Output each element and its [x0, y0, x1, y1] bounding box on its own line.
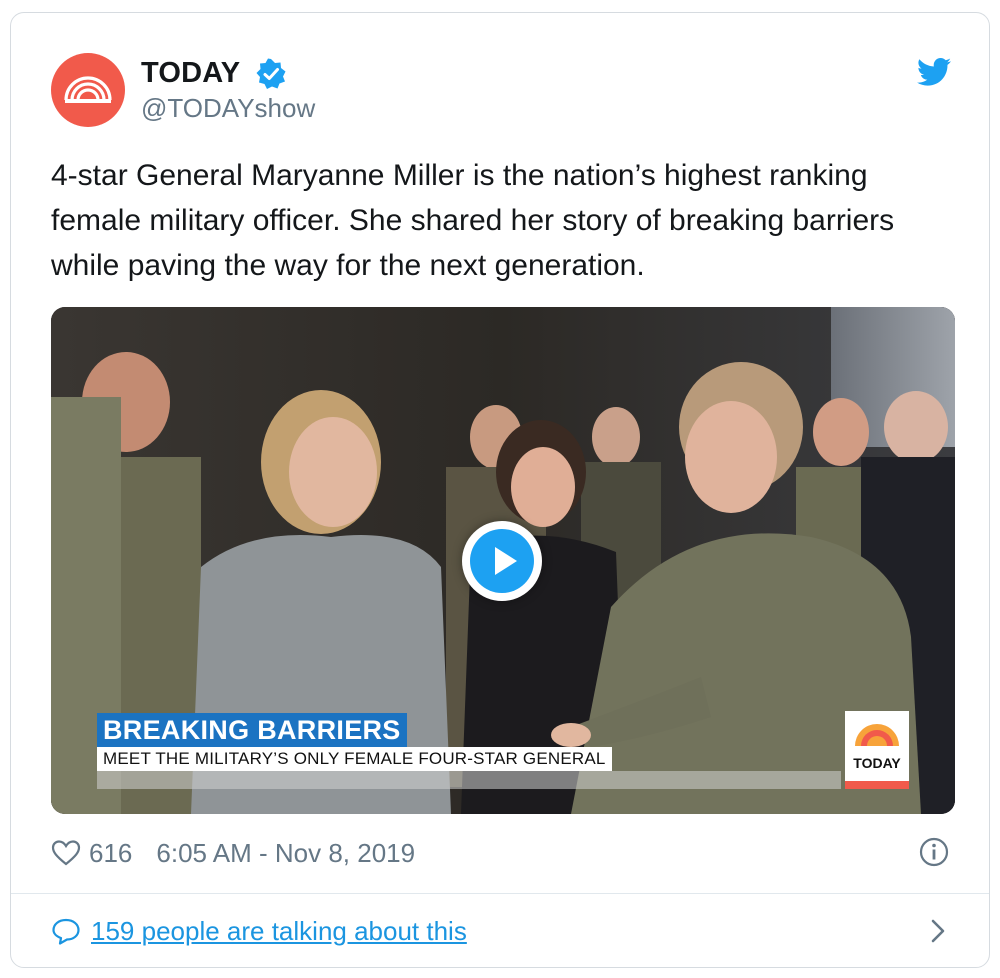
avatar[interactable]	[51, 53, 125, 127]
heart-icon[interactable]	[51, 839, 81, 867]
video-banner-title: BREAKING BARRIERS	[97, 713, 407, 747]
verified-badge-icon	[256, 58, 286, 89]
twitter-bird-icon[interactable]	[917, 57, 951, 87]
like-count[interactable]: 616	[89, 838, 132, 869]
today-show-logo: TODAY	[845, 711, 909, 789]
speech-bubble-icon	[52, 918, 80, 945]
tweet-text: 4-star General Maryanne Miller is the na…	[51, 159, 895, 282]
play-button[interactable]	[462, 521, 542, 601]
conversation-link[interactable]: 159 people are talking about this	[91, 916, 467, 947]
today-logo-bar	[845, 781, 909, 789]
today-logo-icon	[64, 76, 112, 103]
tweet-meta: 616 6:05 AM - Nov 8, 2019	[51, 835, 415, 871]
video-banner-strip	[97, 771, 841, 789]
account-handle[interactable]: @TODAYshow	[141, 93, 315, 124]
play-icon	[470, 529, 534, 593]
tweet-timestamp[interactable]: 6:05 AM - Nov 8, 2019	[156, 838, 415, 869]
video-thumbnail[interactable]: BREAKING BARRIERS MEET THE MILITARY’S ON…	[51, 307, 955, 814]
tweet-card: TODAY @TODAYshow 4-star General Maryanne…	[10, 12, 990, 968]
account-name[interactable]: TODAY	[141, 57, 240, 90]
info-icon[interactable]	[919, 837, 949, 867]
divider	[11, 893, 989, 894]
chevron-right-icon[interactable]	[925, 917, 951, 945]
today-sun-icon	[855, 724, 899, 746]
today-logo-text: TODAY	[853, 755, 901, 771]
conversation-link-row[interactable]: 159 people are talking about this	[51, 913, 467, 949]
video-banner-subtitle: MEET THE MILITARY’S ONLY FEMALE FOUR-STA…	[97, 747, 612, 771]
